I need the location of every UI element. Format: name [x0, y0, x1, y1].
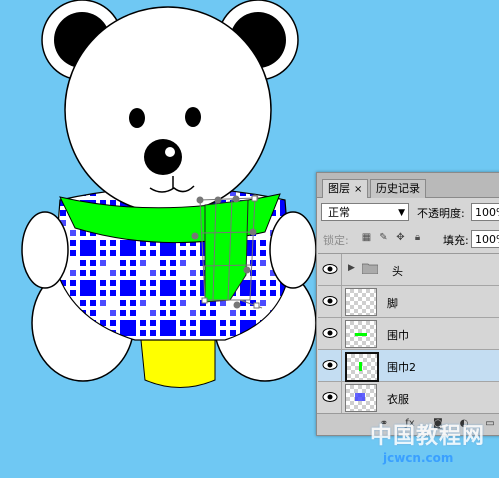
- layer-thumbnail: [345, 288, 377, 316]
- layer-name: 围巾: [387, 329, 409, 342]
- left-arm: [21, 211, 69, 289]
- close-icon[interactable]: ×: [354, 184, 362, 195]
- lock-fill-row: 锁定: ▦ ✎ ✥ 🔒︎ 填充: 100%: [321, 230, 499, 248]
- eye-icon[interactable]: [322, 263, 338, 275]
- layer-name: 衣服: [387, 393, 409, 406]
- new-group-icon[interactable]: ▭: [483, 418, 497, 430]
- left-eye: [129, 108, 145, 128]
- panel-tab-bar: 图层 × 历史记录: [317, 173, 499, 198]
- nose: [144, 139, 182, 175]
- eye-icon[interactable]: [322, 327, 338, 339]
- layer-row-feet[interactable]: 脚: [318, 286, 499, 318]
- layer-group-head[interactable]: ▶ 头: [318, 254, 499, 286]
- bear-head: [64, 6, 272, 214]
- layer-name: 围巾2: [387, 361, 416, 374]
- layers-panel: 图层 × 历史记录 正常 ▼ 不透明度: 100% 锁定: ▦ ✎ ✥ 🔒︎ 填充…: [316, 172, 499, 436]
- eye-icon[interactable]: [322, 295, 338, 307]
- fill-input[interactable]: 100%: [471, 230, 499, 248]
- lock-all-icon[interactable]: 🔒︎: [412, 232, 423, 243]
- lock-label: 锁定:: [323, 234, 349, 247]
- expand-arrow-icon[interactable]: ▶: [348, 263, 355, 273]
- lock-paint-icon[interactable]: ✎: [378, 232, 389, 243]
- chevron-down-icon: ▼: [398, 208, 405, 218]
- folder-icon: [362, 263, 378, 274]
- eye-icon[interactable]: [322, 359, 338, 371]
- tab-layers[interactable]: 图层 ×: [322, 179, 369, 198]
- tab-layers-label: 图层: [328, 182, 350, 195]
- layer-row-clothes[interactable]: 衣服: [318, 382, 499, 414]
- watermark-url: jcwcn.com: [383, 451, 454, 465]
- opacity-input[interactable]: 100%: [471, 203, 499, 221]
- layer-thumbnail: [345, 320, 377, 348]
- layer-name: 脚: [387, 297, 398, 310]
- layer-row-scarf2[interactable]: 围巾2: [318, 350, 499, 382]
- layer-list: ▶ 头 脚 围巾 围巾2 衣服: [318, 253, 499, 414]
- fill-label: 填充:: [443, 234, 469, 247]
- layer-thumbnail: [345, 352, 379, 382]
- watermark-text: 中国教程网: [370, 423, 486, 449]
- blend-mode-value: 正常: [328, 206, 350, 219]
- layer-name: 头: [392, 265, 403, 278]
- lock-move-icon[interactable]: ✥: [395, 232, 406, 243]
- layer-thumbnail: [345, 384, 377, 412]
- right-arm: [269, 211, 317, 289]
- eye-icon[interactable]: [322, 391, 338, 403]
- lock-transparent-icon[interactable]: ▦: [361, 232, 372, 243]
- tab-history[interactable]: 历史记录: [370, 179, 426, 198]
- tab-history-label: 历史记录: [376, 182, 420, 195]
- blend-opacity-row: 正常 ▼ 不透明度: 100%: [321, 203, 499, 223]
- right-eye: [185, 107, 201, 127]
- opacity-label: 不透明度:: [417, 207, 465, 220]
- blend-mode-select[interactable]: 正常 ▼: [321, 203, 409, 221]
- layer-row-scarf[interactable]: 围巾: [318, 318, 499, 350]
